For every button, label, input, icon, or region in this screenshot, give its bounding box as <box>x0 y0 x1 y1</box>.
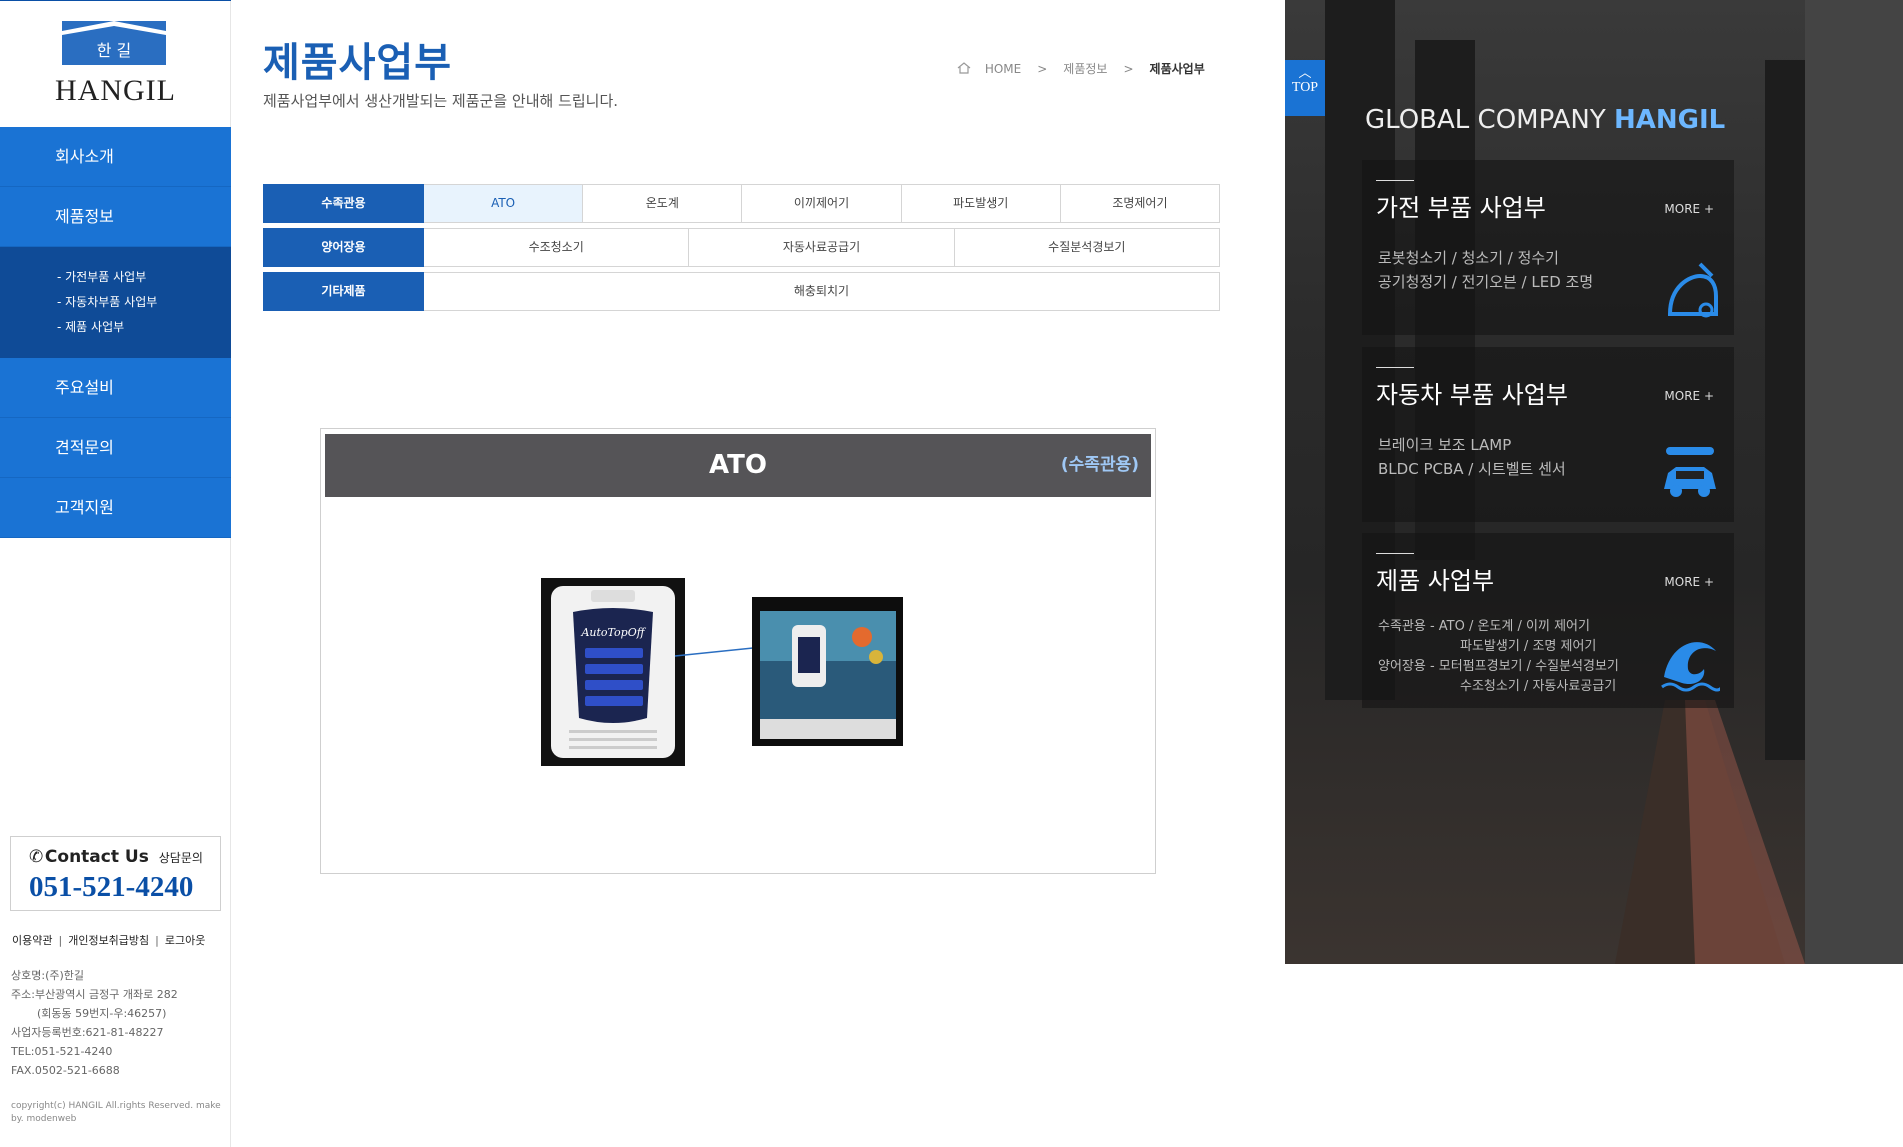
category-row: 양어장용 수조청소기 자동사료공급기 수질분석경보기 <box>263 228 1220 267</box>
home-icon <box>957 62 971 74</box>
company-address: 주소:부산광역시 금정구 개좌로 282 <box>11 988 178 1001</box>
panel-automotive[interactable]: 자동차 부품 사업부 MORE + 브레이크 보조 LAMP BLDC PCBA… <box>1362 347 1734 522</box>
nav-item-company[interactable]: 회사소개 <box>0 127 231 187</box>
category-row: 수족관용 ATO 온도계 이끼제어기 파도발생기 조명제어기 <box>263 184 1220 223</box>
privacy-link[interactable]: 개인정보취급방침 <box>68 934 149 947</box>
copyright: copyright(c) HANGIL All.rights Reserved.… <box>11 1101 221 1124</box>
company-tel: TEL:051-521-4240 <box>11 1045 113 1058</box>
page-title: 제품사업부 <box>263 40 452 86</box>
company-reg-no: 사업자등록번호:621-81-48227 <box>11 1026 164 1039</box>
nav-item-products[interactable]: 제품정보 <box>0 187 231 247</box>
sidebar: 한 길 HANGIL 회사소개 제품정보 - 가전부품 사업부 - 자동차부품 … <box>0 0 231 1147</box>
company-address-detail: (회동동 59번지-우:46257) <box>37 1007 167 1020</box>
scroll-top-button[interactable]: ︿ TOP <box>1285 60 1325 116</box>
logo-text: HANGIL <box>55 74 176 107</box>
product-category: (수족관용) <box>1060 455 1139 475</box>
wave-icon <box>1661 642 1720 692</box>
product-image-box <box>752 597 903 746</box>
category-item[interactable]: 수질분석경보기 <box>953 229 1219 266</box>
category-item[interactable]: 파도발생기 <box>900 185 1060 222</box>
category-head[interactable]: 기타제품 <box>263 272 424 311</box>
footer-links: 이용약관 | 개인정보취급방침 | 로그아웃 <box>12 934 206 947</box>
category-item[interactable]: 온도계 <box>582 185 741 222</box>
banner-title: GLOBAL COMPANY HANGIL <box>1365 105 1726 135</box>
panel-product[interactable]: 제품 사업부 MORE + 수족관용 - ATO / 온도계 / 이끼 제어기 … <box>1362 533 1734 708</box>
logout-link[interactable]: 로그아웃 <box>165 934 205 947</box>
subnav-item-product[interactable]: - 제품 사업부 <box>57 315 231 340</box>
category-item[interactable]: 해충퇴치기 <box>424 273 1219 310</box>
terms-link[interactable]: 이용약관 <box>12 934 52 947</box>
more-link[interactable]: MORE + <box>1664 202 1714 216</box>
logo-roof-icon: 한 길 <box>62 21 166 65</box>
breadcrumb: HOME > 제품정보 > 제품사업부 <box>957 60 1205 77</box>
nav-item-support[interactable]: 고객지원 <box>0 478 231 538</box>
car-wrench-icon <box>1664 447 1716 497</box>
more-link[interactable]: MORE + <box>1664 575 1714 589</box>
category-head[interactable]: 양어장용 <box>263 228 424 267</box>
panel-appliance[interactable]: 가전 부품 사업부 MORE + 로봇청소기 / 청소기 / 정수기 공기청정기… <box>1362 160 1734 335</box>
company-info: 상호명:(주)한길 주소:부산광역시 금정구 개좌로 282 (회동동 59번지… <box>11 966 178 1080</box>
phone-icon: ✆ <box>29 847 44 867</box>
svg-text:한 길: 한 길 <box>97 41 132 60</box>
main-nav: 회사소개 제품정보 - 가전부품 사업부 - 자동차부품 사업부 - 제품 사업… <box>0 127 231 538</box>
product-box: ATO (수족관용) AutoTopOff <box>320 428 1156 874</box>
promo-banner: ︿ TOP GLOBAL COMPANY HANGIL 가전 부품 사업부 MO… <box>1285 0 1903 964</box>
company-name: 상호명:(주)한길 <box>11 969 85 982</box>
contact-box: ✆ Contact Us 상담문의 051-521-4240 <box>10 836 221 911</box>
category-item[interactable]: 조명제어기 <box>1059 185 1219 222</box>
breadcrumb-products[interactable]: 제품정보 <box>1063 62 1107 76</box>
breadcrumb-home[interactable]: HOME <box>985 62 1021 76</box>
panel-title: 자동차 부품 사업부 <box>1376 381 1568 409</box>
subnav-item-appliance[interactable]: - 가전부품 사업부 <box>57 265 231 290</box>
category-head[interactable]: 수족관용 <box>263 184 424 223</box>
page-description: 제품사업부에서 생산개발되는 제품군을 안내해 드립니다. <box>263 92 619 110</box>
subnav-item-automotive[interactable]: - 자동차부품 사업부 <box>57 290 231 315</box>
category-item[interactable]: ATO <box>424 185 583 222</box>
nav-item-quote[interactable]: 견적문의 <box>0 418 231 478</box>
main-content: 제품사업부 제품사업부에서 생산개발되는 제품군을 안내해 드립니다. HOME… <box>231 0 1285 1147</box>
category-table: 수족관용 ATO 온도계 이끼제어기 파도발생기 조명제어기양어장용 수조청소기 자동사료공급… <box>263 184 1220 316</box>
subnav: - 가전부품 사업부 - 자동차부품 사업부 - 제품 사업부 <box>0 247 231 358</box>
category-row: 기타제품 해충퇴치기 <box>263 272 1220 311</box>
logo[interactable]: 한 길 HANGIL <box>0 0 231 127</box>
nav-item-facilities[interactable]: 주요설비 <box>0 358 231 418</box>
panel-title: 제품 사업부 <box>1376 567 1495 595</box>
company-fax: FAX.0502-521-6688 <box>11 1064 120 1077</box>
product-header: ATO (수족관용) <box>325 434 1151 497</box>
breadcrumb-current: 제품사업부 <box>1149 62 1205 76</box>
contact-phone: 051-521-4240 <box>29 871 194 903</box>
panel-title: 가전 부품 사업부 <box>1376 194 1546 222</box>
vacuum-cleaner-icon <box>1667 262 1718 318</box>
category-item[interactable]: 자동사료공급기 <box>688 229 953 266</box>
contact-title: Contact Us <box>44 847 149 867</box>
product-name: ATO <box>709 450 767 480</box>
product-image-device: AutoTopOff <box>541 578 685 766</box>
contact-sub: 상담문의 <box>158 851 203 865</box>
category-item[interactable]: 수조청소기 <box>424 229 688 266</box>
arrow-icon <box>674 643 763 657</box>
chevron-up-icon: ︿ <box>1298 65 1312 80</box>
category-item[interactable]: 이끼제어기 <box>741 185 900 222</box>
svg-text:AutoTopOff: AutoTopOff <box>580 626 646 639</box>
more-link[interactable]: MORE + <box>1664 389 1714 403</box>
